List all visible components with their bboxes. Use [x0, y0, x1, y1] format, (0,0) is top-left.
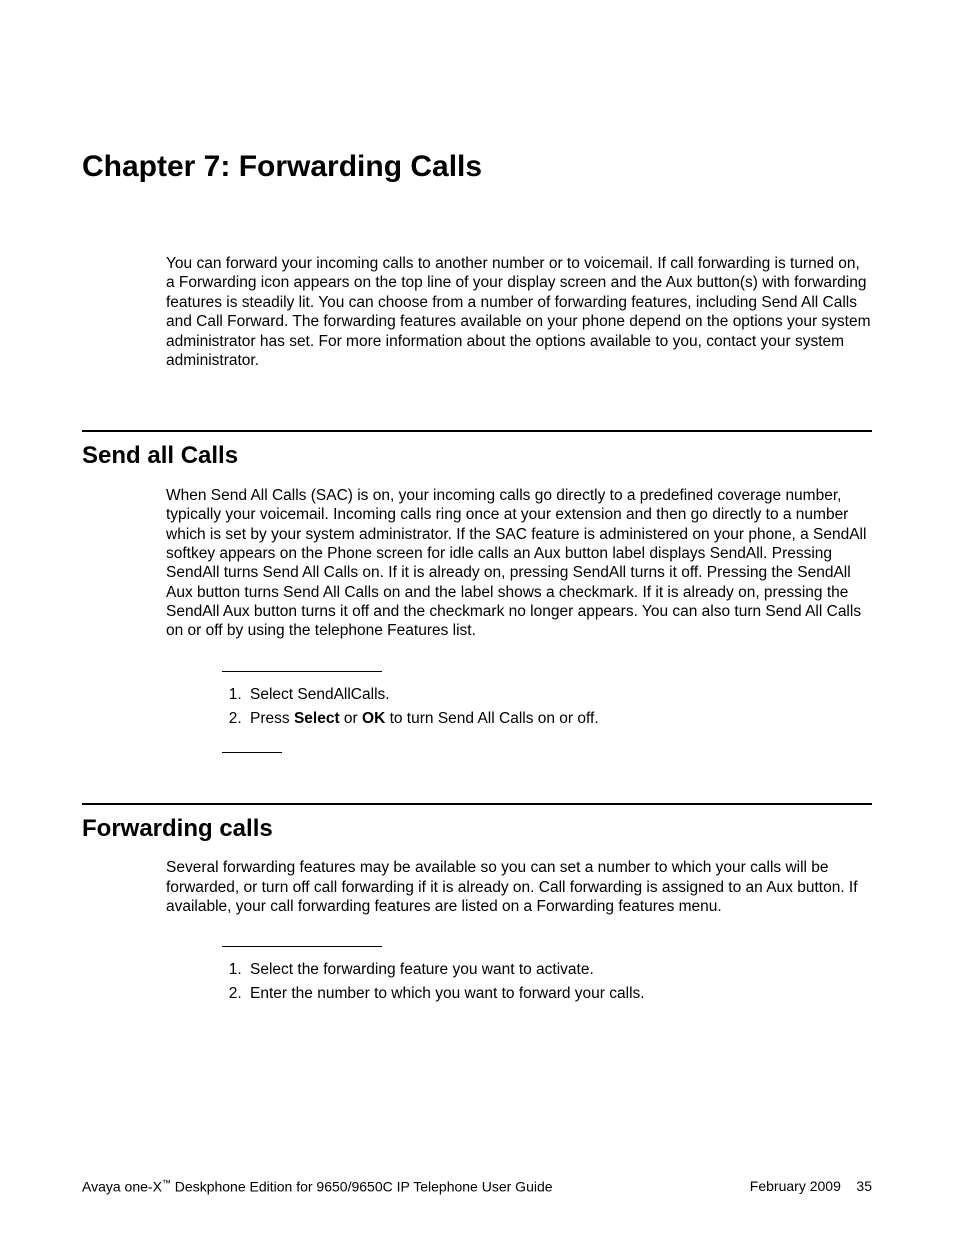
- step-text: to turn Send All Calls on or off.: [385, 710, 598, 727]
- section-heading-forwarding-calls: Forwarding calls: [82, 815, 872, 843]
- steps-list: Select SendAllCalls. Press Select or OK …: [222, 686, 872, 728]
- step-bold: OK: [362, 710, 385, 727]
- section-divider: [82, 803, 872, 805]
- footer-right: February 2009 35: [750, 1178, 872, 1195]
- step-item: Select the forwarding feature you want t…: [246, 961, 872, 979]
- footer-product: Avaya one-X: [82, 1179, 162, 1195]
- section-paragraph: When Send All Calls (SAC) is on, your in…: [166, 486, 872, 641]
- steps-divider: [222, 671, 382, 672]
- page-footer: Avaya one-X™ Deskphone Edition for 9650/…: [82, 1178, 872, 1195]
- section-heading-send-all-calls: Send all Calls: [82, 442, 872, 470]
- footer-page-number: 35: [856, 1178, 872, 1194]
- section-paragraph: Several forwarding features may be avail…: [166, 858, 872, 916]
- footer-product-suffix: Deskphone Edition for 9650/9650C IP Tele…: [171, 1179, 553, 1195]
- steps-divider: [222, 946, 382, 947]
- step-item: Enter the number to which you want to fo…: [246, 985, 872, 1003]
- step-text: or: [340, 710, 362, 727]
- step-item: Select SendAllCalls.: [246, 686, 872, 704]
- chapter-title: Chapter 7: Forwarding Calls: [82, 150, 872, 184]
- step-item: Press Select or OK to turn Send All Call…: [246, 710, 872, 728]
- footer-date: February 2009: [750, 1178, 841, 1194]
- steps-list: Select the forwarding feature you want t…: [222, 961, 872, 1003]
- trademark-icon: ™: [162, 1178, 171, 1188]
- chapter-intro: You can forward your incoming calls to a…: [166, 254, 872, 370]
- section-divider: [82, 430, 872, 432]
- document-page: Chapter 7: Forwarding Calls You can forw…: [0, 0, 954, 1235]
- step-text: Press: [250, 710, 294, 727]
- footer-left: Avaya one-X™ Deskphone Edition for 9650/…: [82, 1178, 553, 1195]
- step-bold: Select: [294, 710, 340, 727]
